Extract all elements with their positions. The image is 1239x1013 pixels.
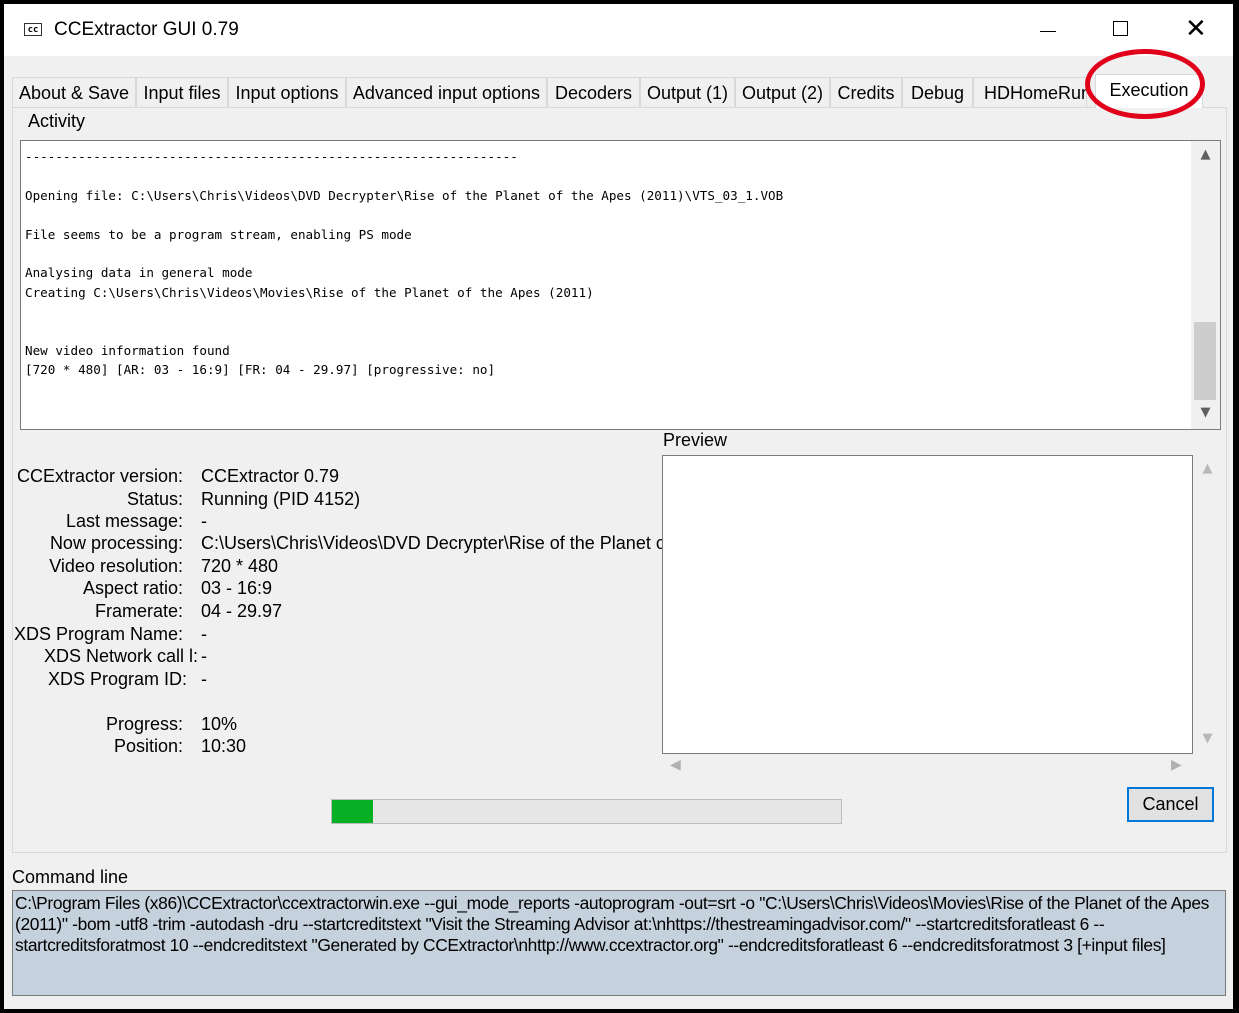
preview-scroll-left-icon[interactable]: ◀ bbox=[670, 756, 681, 773]
info-xds-program-id: XDS Program ID: - bbox=[47, 669, 207, 689]
info-xds-program-name: XDS Program Name: - bbox=[13, 624, 207, 644]
window-title: CCExtractor GUI 0.79 bbox=[54, 19, 239, 40]
minimize-button[interactable] bbox=[1012, 4, 1082, 56]
close-button[interactable]: ✕ bbox=[1160, 4, 1230, 56]
tab-decoders[interactable]: Decoders bbox=[547, 77, 640, 107]
cc-icon: cc bbox=[24, 23, 42, 36]
close-icon: ✕ bbox=[1185, 14, 1207, 44]
info-now-processing: Now processing: C:\Users\Chris\Videos\DVD… bbox=[49, 533, 662, 553]
minimize-icon bbox=[1040, 31, 1056, 32]
tab-input-files[interactable]: Input files bbox=[136, 77, 228, 107]
preview-label: Preview bbox=[663, 430, 728, 450]
title-bar: cc CCExtractor GUI 0.79 ✕ bbox=[4, 4, 1233, 56]
tab-debug[interactable]: Debug bbox=[902, 77, 973, 107]
preview-box[interactable] bbox=[662, 455, 1193, 754]
highlight-ring bbox=[1085, 49, 1205, 119]
scroll-down-icon[interactable]: ▼ bbox=[1191, 405, 1220, 420]
command-line-label: Command line bbox=[12, 867, 129, 887]
info-framerate: Framerate: 04 - 29.97 bbox=[94, 601, 283, 621]
info-aspect-ratio: Aspect ratio: 03 - 16:9 bbox=[82, 578, 273, 598]
tab-output-1[interactable]: Output (1) bbox=[640, 77, 735, 107]
activity-scrollbar[interactable]: ▲ ▼ bbox=[1191, 141, 1220, 429]
activity-label: Activity bbox=[28, 111, 86, 131]
preview-hscrollbar[interactable]: ◀ ▶ bbox=[662, 754, 1193, 779]
progress-bar bbox=[331, 799, 842, 824]
preview-vscrollbar[interactable]: ▲ ▼ bbox=[1193, 455, 1222, 754]
tab-advanced-input-options[interactable]: Advanced input options bbox=[346, 77, 547, 107]
info-video-resolution: Video resolution: 720 * 480 bbox=[49, 556, 279, 576]
activity-log-text: ----------------------------------------… bbox=[25, 149, 784, 378]
preview-scroll-down-icon[interactable]: ▼ bbox=[1193, 731, 1222, 746]
scroll-up-icon[interactable]: ▲ bbox=[1191, 147, 1220, 162]
info-version: CCExtractor version: CCExtractor 0.79 bbox=[16, 466, 340, 486]
tab-output-2[interactable]: Output (2) bbox=[735, 77, 830, 107]
app-window: cc CCExtractor GUI 0.79 ✕ About & Save I… bbox=[4, 4, 1233, 1009]
cancel-button[interactable]: Cancel bbox=[1127, 787, 1214, 822]
scroll-thumb[interactable] bbox=[1194, 322, 1216, 400]
info-last-message: Last message: - bbox=[65, 511, 207, 531]
info-position: Position: 10:30 bbox=[113, 736, 247, 756]
tab-hdhomerun[interactable]: HDHomeRun bbox=[973, 77, 1087, 107]
tab-credits[interactable]: Credits bbox=[830, 77, 902, 107]
maximize-icon bbox=[1113, 21, 1128, 36]
info-xds-network-call: XDS Network call l: - bbox=[43, 646, 207, 666]
info-status: Status: Running (PID 4152) bbox=[126, 489, 361, 509]
command-line-text[interactable]: C:\Program Files (x86)\CCExtractor\ccext… bbox=[12, 890, 1226, 996]
info-progress: Progress: 10% bbox=[105, 714, 238, 734]
preview-scroll-up-icon[interactable]: ▲ bbox=[1193, 461, 1222, 476]
tab-about-save[interactable]: About & Save bbox=[12, 77, 136, 107]
activity-log[interactable]: ----------------------------------------… bbox=[20, 140, 1221, 430]
progress-bar-fill bbox=[332, 800, 373, 823]
preview-scroll-right-icon[interactable]: ▶ bbox=[1171, 756, 1182, 773]
tab-input-options[interactable]: Input options bbox=[228, 77, 346, 107]
tab-strip: About & Save Input files Input options A… bbox=[12, 74, 1227, 108]
